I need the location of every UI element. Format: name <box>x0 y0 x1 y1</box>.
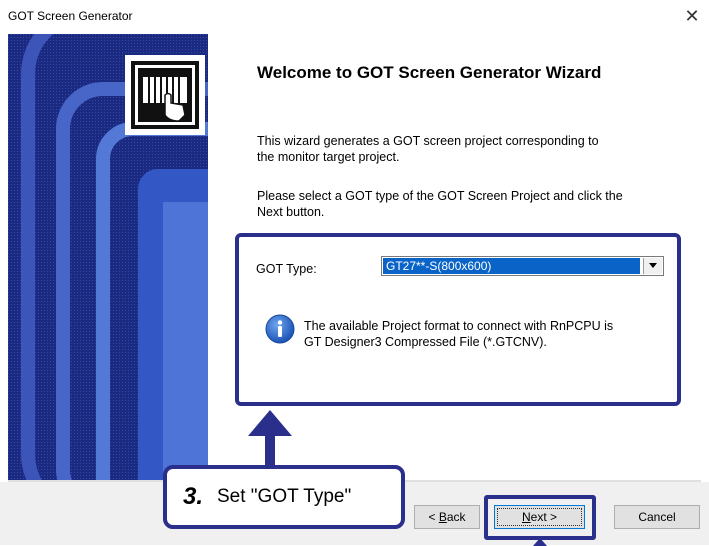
cancel-button[interactable]: Cancel <box>614 505 700 529</box>
annotation-arrow-icon <box>248 410 292 468</box>
step-text: Set "GOT Type" <box>217 486 352 507</box>
next-button[interactable]: Next > <box>494 505 585 529</box>
instruction-line: Next button. <box>257 205 325 219</box>
wizard-banner <box>8 34 208 480</box>
wizard-heading: Welcome to GOT Screen Generator Wizard <box>257 63 602 82</box>
wizard-description: This wizard generates a GOT screen proje… <box>257 133 677 165</box>
description-line: the monitor target project. <box>257 150 400 164</box>
back-button[interactable]: < Back <box>414 505 480 529</box>
wizard-instruction: Please select a GOT type of the GOT Scre… <box>257 188 677 220</box>
window-title: GOT Screen Generator <box>8 9 133 23</box>
next-button-focus: Next > <box>497 508 582 526</box>
highlight-frame <box>235 233 681 406</box>
description-line: This wizard generates a GOT screen proje… <box>257 134 599 148</box>
instruction-line: Please select a GOT type of the GOT Scre… <box>257 189 623 203</box>
close-icon[interactable]: ✕ <box>681 6 703 26</box>
got-screen-icon <box>131 61 199 129</box>
step-number: 3. <box>183 483 204 510</box>
step-callout: 3. Set "GOT Type" <box>163 465 405 529</box>
title-bar: GOT Screen Generator ✕ <box>0 0 709 30</box>
got-logo <box>125 55 205 135</box>
